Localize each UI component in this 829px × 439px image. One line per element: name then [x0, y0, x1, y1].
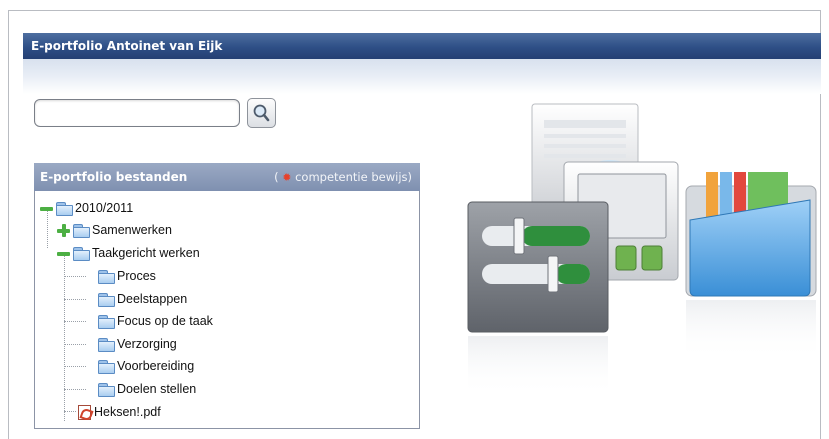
tree-connector — [64, 321, 86, 322]
pdf-icon — [78, 404, 91, 420]
subheader-band — [23, 59, 821, 94]
folder-icon — [98, 292, 115, 307]
tree-connector — [64, 389, 86, 390]
tree-item-label: Voorbereiding — [117, 359, 195, 373]
media-folder-illustration — [467, 103, 817, 396]
tree-item-label: Deelstappen — [117, 292, 188, 306]
search-input[interactable] — [34, 99, 240, 127]
folder-icon — [98, 337, 115, 352]
files-panel-header: E-portfolio bestanden ( ✹ competentie be… — [34, 163, 420, 191]
folder-icon — [685, 172, 817, 297]
tree-item-taakgericht-werken[interactable]: Taakgericht werken — [57, 244, 200, 262]
tree-item-doelen-stellen[interactable]: Doelen stellen — [98, 380, 196, 398]
file-tree: 2010/2011 Samenwerken Taakgericht werken… — [34, 191, 420, 429]
tree-item-voorbereiding[interactable]: Voorbereiding — [98, 357, 194, 375]
magnifier-icon — [253, 104, 270, 122]
folder-icon — [56, 201, 73, 216]
legend-text: competentie bewijs) — [295, 170, 412, 184]
folder-icon — [98, 269, 115, 284]
tree-item-deelstappen[interactable]: Deelstappen — [98, 290, 187, 308]
tree-item-label: Taakgericht werken — [92, 246, 200, 260]
panel-title: E-portfolio bestanden — [40, 170, 188, 184]
tree-item-label: Heksen!.pdf — [94, 405, 161, 419]
folder-icon — [73, 246, 90, 261]
folder-icon — [73, 223, 90, 238]
tree-connector — [64, 253, 65, 421]
tree-item-label: 2010/2011 — [75, 201, 134, 215]
tree-item-label: Focus op de taak — [117, 314, 213, 328]
search-button[interactable] — [247, 98, 276, 128]
tree-connector — [64, 344, 86, 345]
tree-item-2010-2011[interactable]: 2010/2011 — [40, 199, 133, 217]
tree-item-label: Samenwerken — [92, 223, 172, 237]
folder-icon — [98, 382, 115, 397]
legend-open: ( — [274, 170, 279, 184]
folder-icon — [98, 314, 115, 329]
tree-item-label: Proces — [117, 269, 156, 283]
expand-icon[interactable] — [57, 223, 70, 237]
collapse-icon[interactable] — [40, 202, 53, 215]
tree-item-label: Doelen stellen — [117, 382, 197, 396]
slider-panel-icon — [467, 201, 609, 333]
page-title: E-portfolio Antoinet van Eijk — [23, 33, 821, 59]
tree-connector — [64, 366, 86, 367]
tree-item-verzorging[interactable]: Verzorging — [98, 335, 177, 353]
tree-item-focus-op-de-taak[interactable]: Focus op de taak — [98, 312, 213, 330]
tree-connector — [64, 299, 86, 300]
collapse-icon[interactable] — [57, 247, 70, 260]
tree-connector — [64, 276, 86, 277]
tree-item-heksen-pdf[interactable]: Heksen!.pdf — [78, 403, 161, 421]
star-icon: ✹ — [282, 171, 292, 184]
tree-connector — [64, 411, 76, 412]
folder-icon — [98, 359, 115, 374]
tree-item-proces[interactable]: Proces — [98, 267, 156, 285]
tree-item-samenwerken[interactable]: Samenwerken — [57, 221, 172, 239]
tree-item-label: Verzorging — [117, 337, 177, 351]
legend: ( ✹ competentie bewijs) — [274, 163, 412, 192]
